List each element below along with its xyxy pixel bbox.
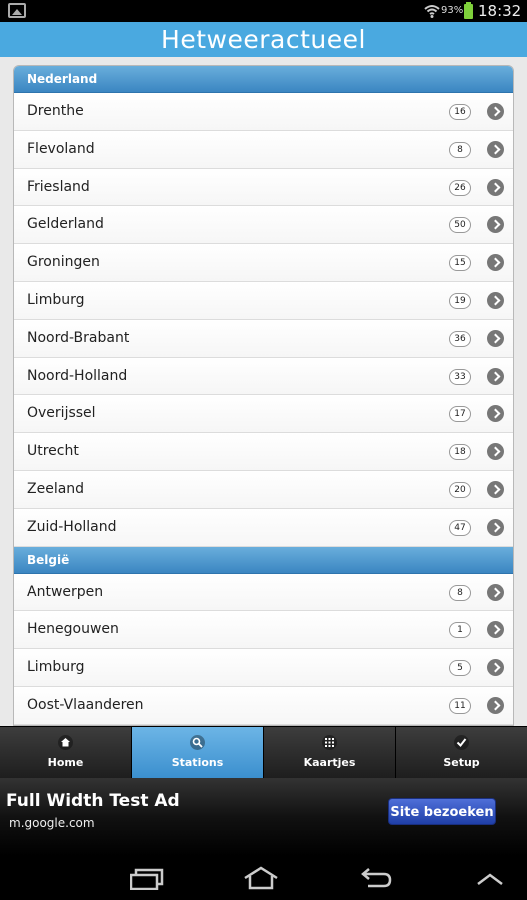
nav-stations-button[interactable]: Stations xyxy=(132,727,264,778)
page-title: Hetweeractueel xyxy=(161,25,366,54)
list-item-label: Utrecht xyxy=(27,443,79,460)
chevron-right-icon xyxy=(487,518,504,536)
count-badge: 17 xyxy=(449,406,471,423)
count-badge: 8 xyxy=(449,584,471,601)
list-item-label: Gelderland xyxy=(27,216,104,233)
count-badge: 33 xyxy=(449,368,471,385)
nav-stations-label: Stations xyxy=(171,756,224,769)
count-badge: 18 xyxy=(449,444,471,461)
nav-setup-button[interactable]: Setup xyxy=(396,727,527,778)
chevron-right-icon xyxy=(487,140,504,158)
search-icon xyxy=(190,735,205,750)
battery-percent: 93% xyxy=(441,5,464,16)
recent-apps-icon[interactable] xyxy=(130,868,164,890)
list-item-label: Oost-Vlaanderen xyxy=(27,696,144,713)
count-badge: 47 xyxy=(449,519,471,536)
list-item[interactable]: Henegouwen 1 xyxy=(14,611,513,650)
nav-setup-label: Setup xyxy=(443,756,480,769)
count-badge: 5 xyxy=(449,660,471,677)
count-badge: 36 xyxy=(449,330,471,347)
battery-icon xyxy=(464,2,473,19)
list-item-label: Zuid-Holland xyxy=(27,518,117,535)
check-icon xyxy=(454,735,469,750)
home-icon xyxy=(58,735,73,750)
list-item[interactable]: Groningen 15 xyxy=(14,244,513,282)
grid-icon xyxy=(322,735,337,750)
count-badge: 26 xyxy=(449,179,471,196)
clock: 18:32 xyxy=(478,2,522,20)
list-divider: Nederland xyxy=(14,66,513,93)
list-item-label: Limburg xyxy=(27,659,85,676)
list-item-label: Overijssel xyxy=(27,405,96,422)
list-item[interactable]: Antwerpen 8 xyxy=(14,573,513,612)
list-item[interactable]: Drenthe 16 xyxy=(14,93,513,131)
chevron-right-icon xyxy=(487,254,504,272)
chevron-right-icon xyxy=(487,621,504,639)
list-item[interactable]: Oost-Vlaanderen 11 xyxy=(14,686,513,725)
chevron-right-icon xyxy=(487,178,504,196)
list-item-label: Groningen xyxy=(27,254,100,271)
chevron-up-icon[interactable] xyxy=(476,872,504,886)
list-item[interactable]: Noord-Brabant 36 xyxy=(14,319,513,358)
list-item[interactable]: Zuid-Holland 47 xyxy=(14,508,513,547)
chevron-right-icon xyxy=(487,696,504,714)
chevron-right-icon xyxy=(487,367,504,385)
list-item-label: Zeeland xyxy=(27,480,85,497)
ad-banner[interactable]: Full Width Test Ad m.google.com Site bez… xyxy=(0,778,527,856)
ad-visit-button[interactable]: Site bezoeken xyxy=(388,798,496,825)
home-system-icon[interactable] xyxy=(243,866,279,890)
chevron-right-icon xyxy=(487,291,504,309)
count-badge: 1 xyxy=(449,622,471,639)
province-list: Nederland Drenthe 16 Flevoland 8 Friesland 26 G… xyxy=(13,65,514,726)
list-item-label: Friesland xyxy=(27,178,90,195)
list-item[interactable]: Overijssel 17 xyxy=(14,395,513,434)
wifi-icon xyxy=(424,5,440,18)
list-item-label: Flevoland xyxy=(27,140,95,157)
list-item-label: Noord-Holland xyxy=(27,367,128,384)
list-item[interactable]: Friesland 26 xyxy=(14,168,513,207)
nav-kaartjes-label: Kaartjes xyxy=(303,756,356,769)
count-badge: 11 xyxy=(449,697,471,714)
count-badge: 19 xyxy=(449,292,471,309)
count-badge: 16 xyxy=(449,104,471,120)
ad-url: m.google.com xyxy=(9,816,95,830)
list-item[interactable]: Noord-Holland 33 xyxy=(14,357,513,396)
chevron-right-icon xyxy=(487,443,504,461)
chevron-right-icon xyxy=(487,659,504,677)
chevron-right-icon xyxy=(487,329,504,347)
list-item[interactable]: Utrecht 18 xyxy=(14,433,513,471)
count-badge: 15 xyxy=(449,255,471,272)
list-item-label: Drenthe xyxy=(27,103,84,119)
list-item[interactable]: Flevoland 8 xyxy=(14,130,513,169)
list-divider: België xyxy=(14,546,513,574)
back-icon[interactable] xyxy=(360,868,392,890)
chevron-right-icon xyxy=(487,103,504,120)
list-item[interactable]: Limburg 19 xyxy=(14,281,513,320)
nav-home-label: Home xyxy=(47,756,84,769)
list-item-label: Noord-Brabant xyxy=(27,329,130,346)
nav-home-button[interactable]: Home xyxy=(0,727,132,778)
bottom-nav: Home Stations Kaartjes Setup xyxy=(0,726,527,778)
list-item-label: Henegouwen xyxy=(27,621,119,638)
list-item[interactable]: Zeeland 20 xyxy=(14,470,513,509)
count-badge: 20 xyxy=(449,481,471,498)
count-badge: 50 xyxy=(449,217,471,234)
list-item-label: Antwerpen xyxy=(27,583,104,600)
chevron-right-icon xyxy=(487,405,504,423)
list-item[interactable]: Limburg 5 xyxy=(14,649,513,687)
system-navigation-bar xyxy=(0,856,527,900)
status-bar: 93% 18:32 xyxy=(0,0,527,22)
app-header: Hetweeractueel xyxy=(0,22,527,57)
image-notification-icon xyxy=(8,3,26,18)
chevron-right-icon xyxy=(487,480,504,498)
count-badge: 8 xyxy=(449,141,471,158)
list-item[interactable]: Gelderland 50 xyxy=(14,206,513,245)
chevron-right-icon xyxy=(487,583,504,601)
chevron-right-icon xyxy=(487,216,504,234)
nav-kaartjes-button[interactable]: Kaartjes xyxy=(264,727,396,778)
list-item-label: Limburg xyxy=(27,291,85,308)
ad-title: Full Width Test Ad xyxy=(6,791,180,811)
